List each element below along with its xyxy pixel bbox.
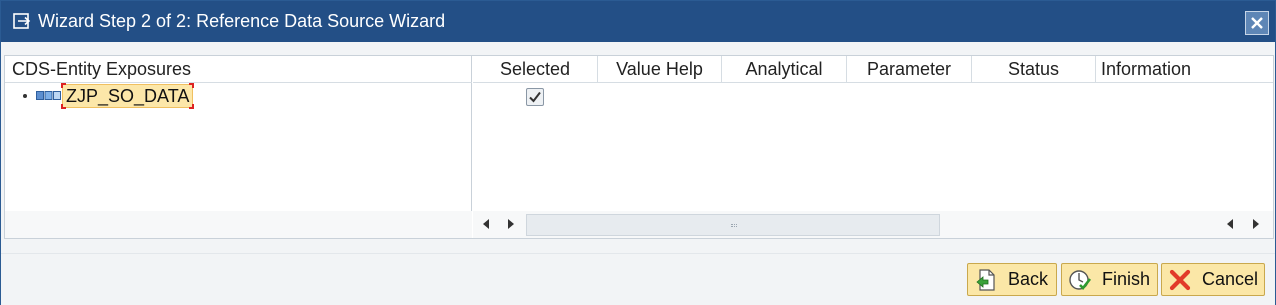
back-button[interactable]: Back: [967, 263, 1057, 296]
window-title: Wizard Step 2 of 2: Reference Data Sourc…: [38, 11, 446, 31]
close-button[interactable]: [1245, 11, 1269, 35]
horizontal-scrollbar[interactable]: [473, 211, 1273, 238]
scroll-right-end-arrow-icon[interactable]: [1253, 219, 1259, 229]
tree-header-label: CDS-Entity Exposures: [12, 59, 192, 79]
scroll-track[interactable]: [526, 214, 940, 236]
scroll-right-arrow-icon[interactable]: [508, 219, 514, 229]
column-header-selected[interactable]: Selected: [473, 56, 598, 83]
close-icon: [1251, 17, 1263, 29]
tree-node-zjp-so-data[interactable]: ZJP_SO_DATA: [61, 83, 195, 109]
exposure-grid: Selected Value Help Analytical Parameter…: [473, 56, 1273, 238]
finish-button-label: Finish: [1102, 269, 1151, 289]
tree-header: CDS-Entity Exposures: [5, 56, 472, 83]
check-icon: [529, 91, 541, 103]
grid-header: Selected Value Help Analytical Parameter…: [473, 56, 1273, 83]
finish-icon: [1069, 269, 1092, 290]
cds-entity-icon: [36, 91, 61, 100]
cancel-button-label: Cancel: [1202, 269, 1259, 289]
scroll-left-end-arrow-icon[interactable]: [1227, 219, 1233, 229]
tree-scroll-area: [5, 211, 472, 238]
tree-bullet: [23, 94, 27, 98]
button-bar: Back Finish Cancel: [1, 253, 1275, 305]
cancel-icon: [1169, 269, 1191, 290]
title-bar: Wizard Step 2 of 2: Reference Data Sourc…: [1, 1, 1275, 42]
back-icon: [976, 268, 995, 291]
column-header-parameter[interactable]: Parameter: [847, 56, 972, 83]
column-header-status[interactable]: Status: [972, 56, 1096, 83]
back-button-label: Back: [1008, 269, 1049, 289]
selected-checkbox[interactable]: [526, 88, 544, 106]
wizard-dialog: Wizard Step 2 of 2: Reference Data Sourc…: [0, 0, 1276, 305]
cancel-button[interactable]: Cancel: [1161, 263, 1265, 296]
cds-entity-tree: CDS-Entity Exposures ZJP_SO_DATA: [5, 56, 472, 238]
tree-row[interactable]: ZJP_SO_DATA: [5, 83, 472, 109]
finish-button[interactable]: Finish: [1061, 263, 1158, 296]
column-header-information[interactable]: Information: [1096, 56, 1273, 83]
wizard-window-icon: [13, 13, 31, 29]
scroll-grip-icon: [731, 224, 737, 227]
wizard-content: CDS-Entity Exposures ZJP_SO_DATA Selecte…: [4, 55, 1274, 239]
column-header-value-help[interactable]: Value Help: [598, 56, 722, 83]
tree-node-label: ZJP_SO_DATA: [66, 86, 190, 106]
scroll-left-arrow-icon[interactable]: [483, 219, 489, 229]
column-header-analytical[interactable]: Analytical: [722, 56, 847, 83]
